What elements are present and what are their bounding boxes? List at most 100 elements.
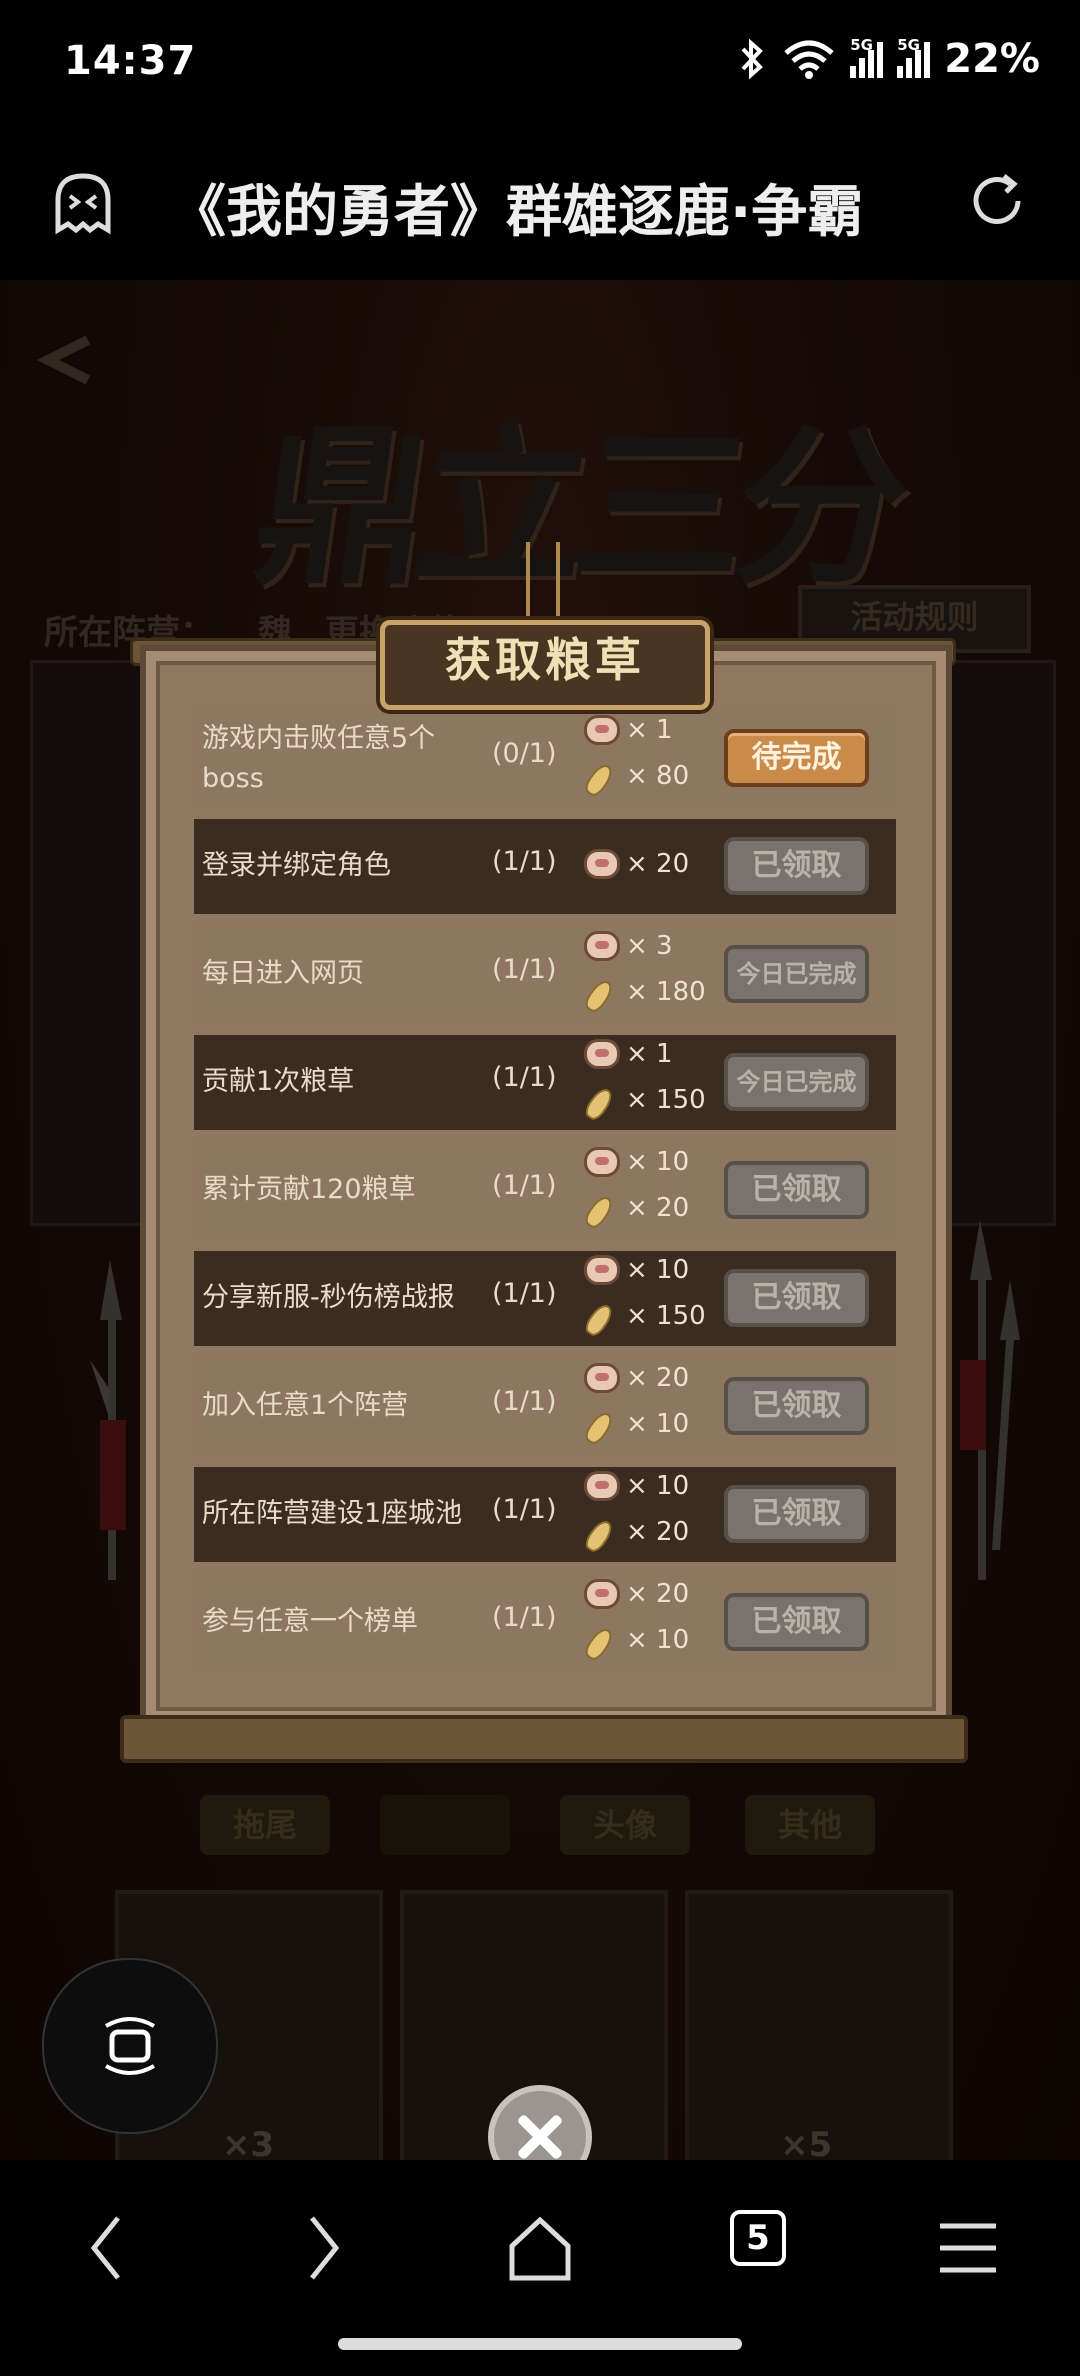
- task-row: 加入任意1个阵营 (1/1) × 20 × 10 已领取: [194, 1359, 896, 1454]
- reward-grain-count: × 20: [626, 1517, 690, 1547]
- reward-item-meat: × 1: [584, 1039, 673, 1069]
- task-status-button[interactable]: 已领取: [724, 1377, 869, 1435]
- reward-meat-count: × 10: [626, 1147, 690, 1177]
- grain-icon: [584, 761, 620, 791]
- browser-toolbar: 《我的勇者》群雄逐鹿·争霸: [0, 125, 1080, 280]
- reward-grain-count: × 10: [626, 1409, 690, 1439]
- reward-item-meat: × 20: [584, 1579, 689, 1609]
- grain-icon: [584, 1193, 620, 1223]
- task-progress: (1/1): [492, 1494, 557, 1525]
- task-row: 分享新服-秒伤榜战报 (1/1) × 10 × 150 已领取: [194, 1251, 896, 1346]
- task-rewards: × 20 × 10: [584, 1359, 714, 1454]
- task-status-button[interactable]: 已领取: [724, 1593, 869, 1651]
- rotate-screen-icon: [104, 2017, 156, 2075]
- task-progress: (1/1): [492, 1278, 557, 1309]
- task-progress: (1/1): [492, 954, 557, 985]
- grain-icon: [584, 1517, 620, 1547]
- task-name: 每日进入网页: [202, 958, 364, 989]
- grain-icon: [584, 1625, 620, 1655]
- task-rewards: × 3 × 180: [584, 927, 714, 1022]
- task-name: 参与任意一个榜单: [202, 1606, 418, 1637]
- meat-icon: [584, 1471, 620, 1501]
- ghost-icon[interactable]: [52, 170, 114, 236]
- task-status-button[interactable]: 已领取: [724, 1161, 869, 1219]
- reward-item-meat: × 20: [584, 849, 689, 879]
- hanging-string: [526, 542, 560, 620]
- cellular-signal-icon: 5G: [850, 36, 884, 78]
- reward-item-meat: × 20: [584, 1363, 689, 1393]
- home-indicator[interactable]: [338, 2338, 742, 2350]
- task-row: 游戏内击败任意5个boss (0/1) × 1 × 80 待完成: [194, 711, 896, 806]
- task-status-button[interactable]: 已领取: [724, 1485, 869, 1543]
- floating-rotate-button[interactable]: [42, 1958, 218, 2134]
- task-row: 累计贡献120粮草 (1/1) × 10 × 20 已领取: [194, 1143, 896, 1238]
- reward-grain-count: × 180: [626, 977, 706, 1007]
- task-rewards: × 10 × 20: [584, 1467, 714, 1562]
- dialog-title: 获取粮草: [380, 620, 710, 710]
- battery-level: 22%: [944, 36, 1040, 82]
- reward-grain-count: × 150: [626, 1301, 706, 1331]
- menu-icon[interactable]: [928, 2208, 1008, 2288]
- reward-grain-count: × 20: [626, 1193, 690, 1223]
- status-bar: 14:37 5G 5G 22%: [0, 0, 1080, 125]
- wifi-icon: [784, 40, 834, 79]
- task-rewards: × 1 × 150: [584, 1035, 714, 1130]
- grain-icon: [584, 1085, 620, 1115]
- status-time: 14:37: [64, 38, 197, 84]
- task-status-button[interactable]: 待完成: [724, 729, 869, 787]
- reward-item-grain: × 180: [584, 977, 706, 1007]
- task-status-button[interactable]: 已领取: [724, 1269, 869, 1327]
- grain-icon: [584, 977, 620, 1007]
- task-status-button[interactable]: 已领取: [724, 837, 869, 895]
- reward-item-meat: × 1: [584, 715, 673, 745]
- bluetooth-icon: [741, 39, 764, 79]
- task-progress: (0/1): [492, 738, 557, 769]
- reward-meat-count: × 20: [626, 849, 690, 879]
- reward-item-grain: × 150: [584, 1085, 706, 1115]
- reward-item-meat: × 10: [584, 1255, 689, 1285]
- reward-item-grain: × 150: [584, 1301, 706, 1331]
- meat-icon: [584, 931, 620, 961]
- task-rewards: × 1 × 80: [584, 711, 714, 806]
- task-name: 加入任意1个阵营: [202, 1390, 409, 1421]
- grain-icon: [584, 1409, 620, 1439]
- task-rewards: × 20 × 10: [584, 1575, 714, 1667]
- task-progress: (1/1): [492, 846, 557, 877]
- task-row: 贡献1次粮草 (1/1) × 1 × 150 今日已完成: [194, 1035, 896, 1130]
- task-list[interactable]: 游戏内击败任意5个boss (0/1) × 1 × 80 待完成 登录并绑定角色 (1/1)…: [194, 711, 896, 1667]
- task-progress: (1/1): [492, 1062, 557, 1093]
- task-name: 所在阵营建设1座城池: [202, 1498, 463, 1529]
- meat-icon: [584, 1255, 620, 1285]
- forward-icon[interactable]: [282, 2208, 362, 2288]
- task-rewards: × 20: [584, 819, 714, 914]
- reward-meat-count: × 1: [626, 1039, 673, 1069]
- tabs-button[interactable]: 5: [730, 2210, 786, 2266]
- meat-icon: [584, 715, 620, 745]
- reward-grain-count: × 80: [626, 761, 690, 791]
- back-icon[interactable]: [68, 2208, 148, 2288]
- task-rewards: × 10 × 150: [584, 1251, 714, 1346]
- reward-item-meat: × 10: [584, 1471, 689, 1501]
- scroll-panel: 游戏内击败任意5个boss (0/1) × 1 × 80 待完成 登录并绑定角色 (1/1)…: [140, 645, 952, 1727]
- grain-icon: [584, 1301, 620, 1331]
- task-status-button[interactable]: 今日已完成: [724, 945, 869, 1003]
- cellular-signal-icon-2: 5G: [897, 36, 931, 78]
- reward-grain-count: × 10: [626, 1625, 690, 1655]
- reward-meat-count: × 20: [626, 1579, 690, 1609]
- task-rewards: × 10 × 20: [584, 1143, 714, 1238]
- task-name: 游戏内击败任意5个boss: [202, 723, 436, 794]
- task-name: 贡献1次粮草: [202, 1066, 355, 1097]
- task-progress: (1/1): [492, 1386, 557, 1417]
- home-icon[interactable]: [500, 2208, 580, 2288]
- task-status-button[interactable]: 今日已完成: [724, 1053, 869, 1111]
- reward-item-grain: × 10: [584, 1409, 689, 1439]
- meat-icon: [584, 1363, 620, 1393]
- reload-icon[interactable]: [966, 170, 1028, 232]
- reward-item-grain: × 20: [584, 1517, 689, 1547]
- scroll-bottom-rod: [120, 1715, 968, 1763]
- task-row: 登录并绑定角色 (1/1) × 20 已领取: [194, 819, 896, 914]
- task-row: 参与任意一个榜单 (1/1) × 20 × 10 已领取: [194, 1575, 896, 1667]
- reward-meat-count: × 20: [626, 1363, 690, 1393]
- task-progress: (1/1): [492, 1170, 557, 1201]
- reward-item-grain: × 10: [584, 1625, 689, 1655]
